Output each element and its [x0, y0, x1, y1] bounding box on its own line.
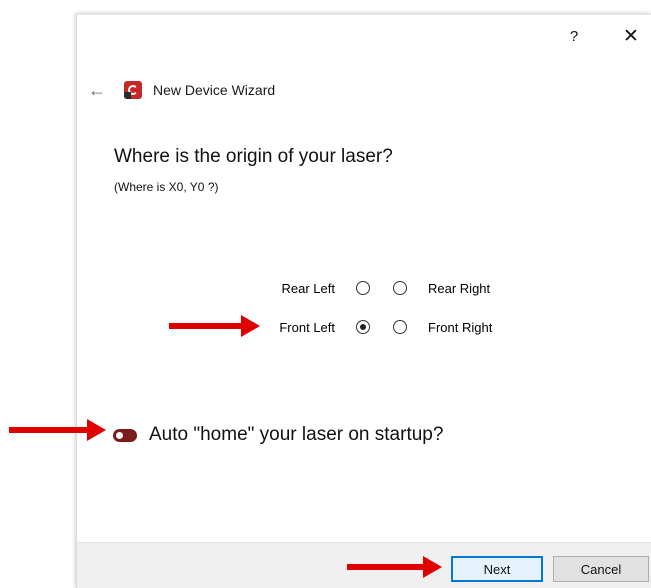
annotation-arrow-icon	[9, 419, 106, 441]
close-button[interactable]: ✕	[616, 23, 646, 49]
origin-row-front: Front Left Front Right	[77, 316, 651, 338]
cancel-button[interactable]: Cancel	[553, 556, 649, 582]
front-right-radio[interactable]	[393, 320, 407, 334]
rear-right-label: Rear Right	[428, 280, 491, 296]
annotation-arrow-icon	[169, 315, 260, 337]
rear-left-radio[interactable]	[356, 281, 370, 295]
rear-right-radio[interactable]	[393, 281, 407, 295]
front-right-label: Front Right	[428, 319, 493, 335]
rear-left-label: Rear Left	[281, 280, 335, 296]
screen: ? ✕ ← New Device Wizard Where is the ori…	[0, 0, 651, 588]
auto-home-row: Auto "home" your laser on startup?	[113, 422, 443, 448]
new-device-wizard-dialog: ? ✕ ← New Device Wizard Where is the ori…	[76, 14, 651, 588]
lightburn-app-icon	[124, 81, 142, 99]
help-button[interactable]: ?	[559, 23, 589, 49]
origin-row-rear: Rear Left Rear Right	[77, 277, 651, 299]
question-subtitle: (Where is X0, Y0 ?)	[114, 180, 219, 194]
back-arrow-icon[interactable]: ←	[87, 80, 107, 100]
wizard-title: New Device Wizard	[153, 82, 276, 98]
next-button[interactable]: Next	[451, 556, 543, 582]
front-left-radio[interactable]	[356, 320, 370, 334]
wizard-header: ← New Device Wizard	[87, 77, 275, 103]
auto-home-label: Auto "home" your laser on startup?	[149, 424, 444, 445]
annotation-arrow-icon	[347, 556, 442, 578]
question-title: Where is the origin of your laser?	[114, 146, 393, 167]
auto-home-toggle[interactable]	[113, 428, 137, 442]
front-left-label: Front Left	[279, 319, 335, 335]
